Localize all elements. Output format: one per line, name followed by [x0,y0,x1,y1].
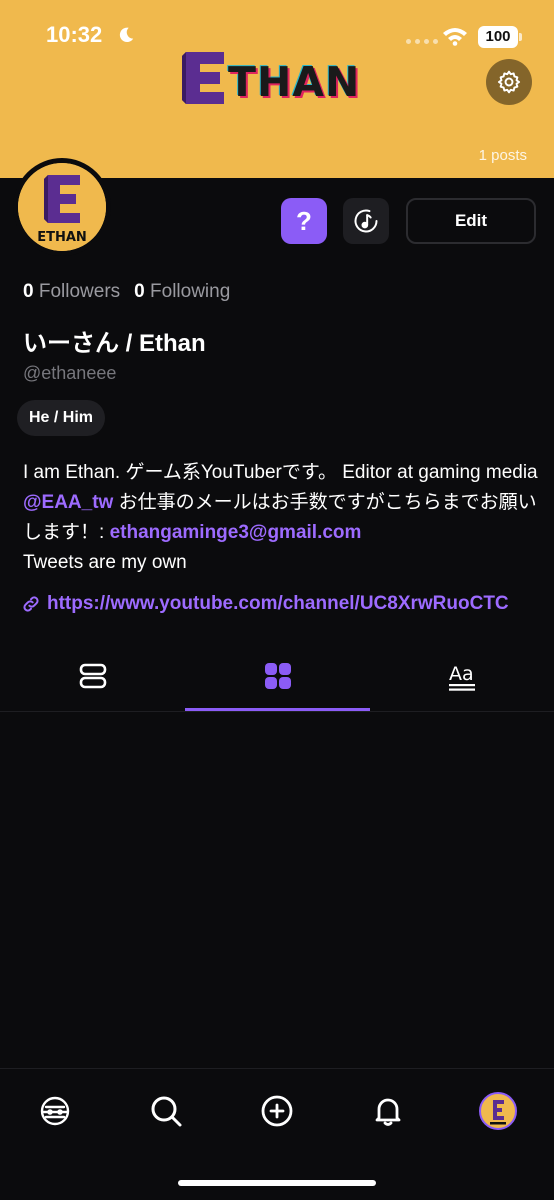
nav-search[interactable] [146,1091,186,1131]
gear-icon [497,70,521,94]
active-tab-indicator [185,708,370,711]
nav-notifications[interactable] [368,1091,408,1131]
avatar[interactable]: ETHAN [13,158,111,256]
question-button[interactable]: ? [281,198,327,244]
tab-list-view[interactable] [0,640,185,712]
profile-banner: 10:32 100 THAN 1 posts [0,0,554,178]
mention-link[interactable]: @EAA_tw [23,492,113,513]
tab-text-view[interactable]: Aa [370,640,554,712]
music-note-icon [354,209,378,233]
link-icon [23,596,39,612]
pronouns-badge: He / Him [17,400,106,436]
bio: I am Ethan. ゲーム系YouTuberです。 Editor at ga… [23,458,538,578]
website-url: https://www.youtube.com/channel/UC8XrwRu… [47,593,509,614]
logo-wordmark: THAN [228,58,361,106]
bio-text-3: Tweets are my own [23,552,187,573]
nav-profile[interactable] [478,1091,518,1131]
edit-profile-button[interactable]: Edit [406,198,536,244]
email-link[interactable]: ethangaminge3@gmail.com [110,522,362,543]
settings-button[interactable] [486,59,532,105]
following-label: Following [150,281,231,302]
nav-create[interactable] [257,1091,297,1131]
home-indicator [178,1180,376,1186]
status-time: 10:32 [46,22,103,47]
profile-avatar-icon [479,1092,517,1130]
tab-grid-view[interactable] [185,640,370,712]
followers-count: 0 [23,281,34,302]
following-count: 0 [134,281,145,302]
music-button[interactable] [343,198,389,244]
text-view-icon: Aa [448,663,475,691]
follow-stats: 0 Followers 0 Following [23,281,230,303]
website-link[interactable]: https://www.youtube.com/channel/UC8XrwRu… [21,590,531,618]
logo-e-mark [182,52,224,104]
user-handle: @ethaneee [23,363,117,383]
grid-view-icon [264,663,291,689]
list-view-icon [79,663,106,689]
moon-icon [119,27,134,43]
battery-nub [519,33,522,41]
display-name: いーさん / Ethan [23,330,206,357]
cellular-signal-icon [406,39,438,44]
avatar-logo: ETHAN [18,163,106,251]
search-icon [151,1096,182,1127]
following-stat[interactable]: 0 Following [134,281,230,303]
create-post-icon [261,1095,293,1127]
home-icon [40,1096,70,1126]
nav-home[interactable] [35,1091,75,1131]
avatar-label: ETHAN [37,230,87,245]
followers-stat[interactable]: 0 Followers [23,281,120,303]
battery-indicator: 100 [478,26,518,48]
ethan-logo: THAN [180,50,380,110]
posts-count: 1 posts [478,147,527,164]
notifications-icon [375,1098,401,1126]
content-tabs: Aa [0,640,554,712]
wifi-icon [443,28,467,46]
followers-label: Followers [38,281,121,302]
bio-text-1: I am Ethan. ゲーム系YouTuberです。 Editor at ga… [23,462,538,483]
svg-text:Aa: Aa [449,663,474,685]
